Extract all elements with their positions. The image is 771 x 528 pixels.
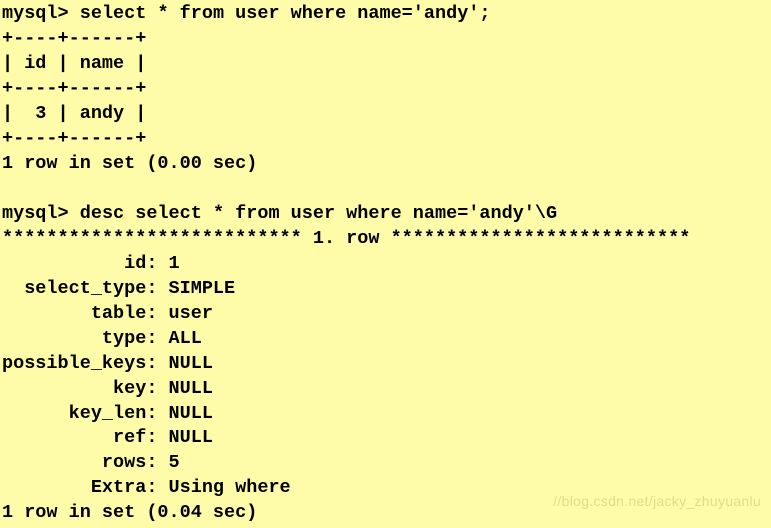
explain-id: id: 1 bbox=[2, 253, 180, 274]
result-summary-1: 1 row in set (0.00 sec) bbox=[2, 153, 257, 174]
prompt: mysql> bbox=[2, 203, 69, 224]
explain-ref: ref: NULL bbox=[2, 427, 213, 448]
explain-key-len: key_len: NULL bbox=[2, 403, 213, 424]
explain-key: key: NULL bbox=[2, 378, 213, 399]
terminal-output: mysql> select * from user where name='an… bbox=[0, 0, 771, 528]
sql-query-1: select * from user where name='andy'; bbox=[80, 3, 491, 24]
table-header: | id | name | bbox=[2, 53, 146, 74]
table-row: | 3 | andy | bbox=[2, 103, 146, 124]
explain-possible-keys: possible_keys: NULL bbox=[2, 353, 213, 374]
watermark: //blog.csdn.net/jacky_zhuyuanlu bbox=[553, 492, 761, 511]
result-summary-2: 1 row in set (0.04 sec) bbox=[2, 502, 257, 523]
table-divider: +----+------+ bbox=[2, 28, 146, 49]
table-divider: +----+------+ bbox=[2, 128, 146, 149]
table-divider: +----+------+ bbox=[2, 78, 146, 99]
explain-rows: rows: 5 bbox=[2, 452, 180, 473]
explain-table: table: user bbox=[2, 303, 213, 324]
prompt: mysql> bbox=[2, 3, 69, 24]
explain-type: type: ALL bbox=[2, 328, 202, 349]
sql-query-2: desc select * from user where name='andy… bbox=[80, 203, 557, 224]
explain-select-type: select_type: SIMPLE bbox=[2, 278, 235, 299]
explain-extra: Extra: Using where bbox=[2, 477, 291, 498]
row-banner: *************************** 1. row *****… bbox=[2, 228, 690, 249]
